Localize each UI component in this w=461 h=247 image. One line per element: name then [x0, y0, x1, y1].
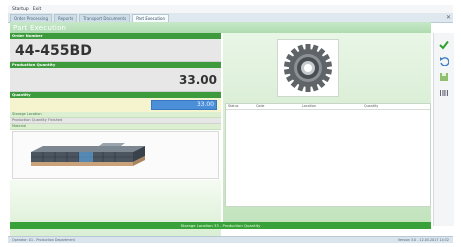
production-quantity-value: 33.00	[179, 73, 217, 87]
material-image	[12, 131, 219, 179]
quantity-row: 33.00	[10, 98, 221, 112]
detail-panel: Status Code Location Quantity	[223, 33, 431, 226]
tab-part-execution[interactable]: Part Execution	[132, 14, 169, 22]
part-image	[277, 39, 339, 97]
order-number-field[interactable]: 44-455BD	[10, 39, 221, 62]
left-panel-footer	[10, 180, 221, 238]
window-footer: Operator: 01 - Production Department Ver…	[8, 236, 453, 243]
undo-button[interactable]	[438, 55, 450, 67]
order-number-value: 44-455BD	[15, 43, 92, 59]
col-quantity[interactable]: Quantity	[362, 104, 424, 109]
production-quantity-field: 33.00	[10, 68, 221, 92]
confirm-button[interactable]	[438, 39, 450, 51]
menu-item-exit[interactable]: Exit	[33, 7, 42, 12]
tab-transport-documents[interactable]: Transport Documents	[79, 14, 131, 22]
quantity-input[interactable]: 33.00	[151, 100, 217, 110]
footer-operator: Operator: 01 - Production Department	[12, 238, 75, 242]
undo-icon	[440, 57, 449, 66]
tab-order-processing[interactable]: Order Processing	[10, 14, 52, 22]
barcode-button[interactable]	[438, 87, 450, 99]
save-icon	[440, 73, 448, 81]
gear-image	[283, 44, 333, 92]
table-header: Status Code Location Quantity	[226, 104, 430, 110]
tab-reports[interactable]: Reports	[54, 14, 78, 22]
close-icon[interactable]: ✕	[446, 14, 451, 21]
barcode-icon	[440, 90, 448, 96]
booking-table: Status Code Location Quantity	[225, 103, 431, 207]
col-code[interactable]: Code	[254, 104, 300, 109]
pallet-image	[31, 143, 145, 166]
col-status[interactable]: Status	[226, 104, 254, 109]
page-title-bar: Part Execution	[10, 22, 431, 33]
checkmark-icon	[439, 40, 449, 50]
footer-version: Version 3.0 - 12.05.2017 14:32	[397, 238, 449, 242]
save-button[interactable]	[438, 71, 450, 83]
action-sidebar	[433, 33, 454, 226]
col-location[interactable]: Location	[300, 104, 362, 109]
status-bar: Storage Location 33 - Production Quantit…	[10, 222, 431, 229]
menu-item-startup[interactable]: Startup	[12, 7, 29, 12]
order-panel: Order Number 44-455BD Production Quantit…	[10, 33, 221, 238]
material-row: Material	[10, 124, 221, 130]
page-title: Part Execution	[13, 23, 67, 32]
